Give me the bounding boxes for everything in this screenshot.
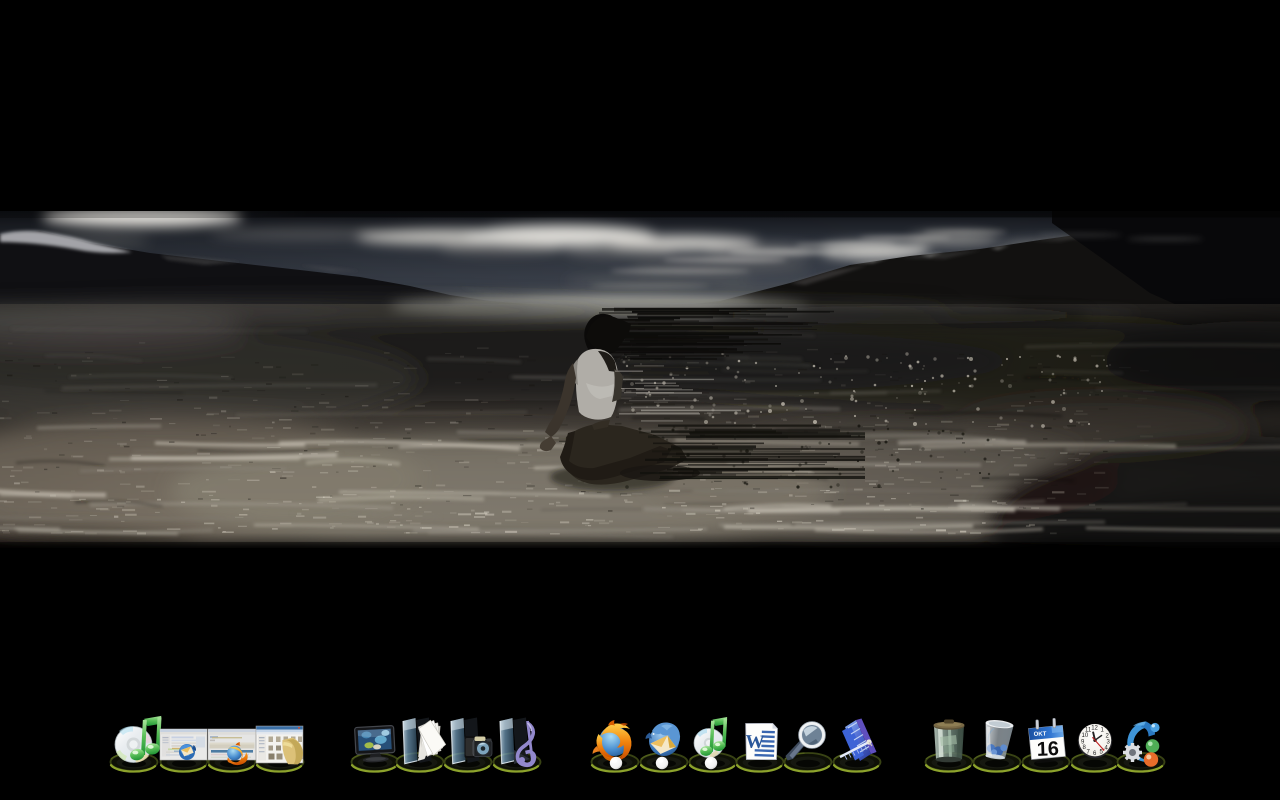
svg-text:11: 11 — [1085, 728, 1092, 734]
svg-text:W: W — [745, 732, 765, 754]
svg-text:12: 12 — [1091, 726, 1098, 732]
svg-text:16: 16 — [1036, 738, 1059, 761]
svg-text:OKT: OKT — [1034, 731, 1047, 737]
svg-text:10: 10 — [1082, 733, 1089, 739]
